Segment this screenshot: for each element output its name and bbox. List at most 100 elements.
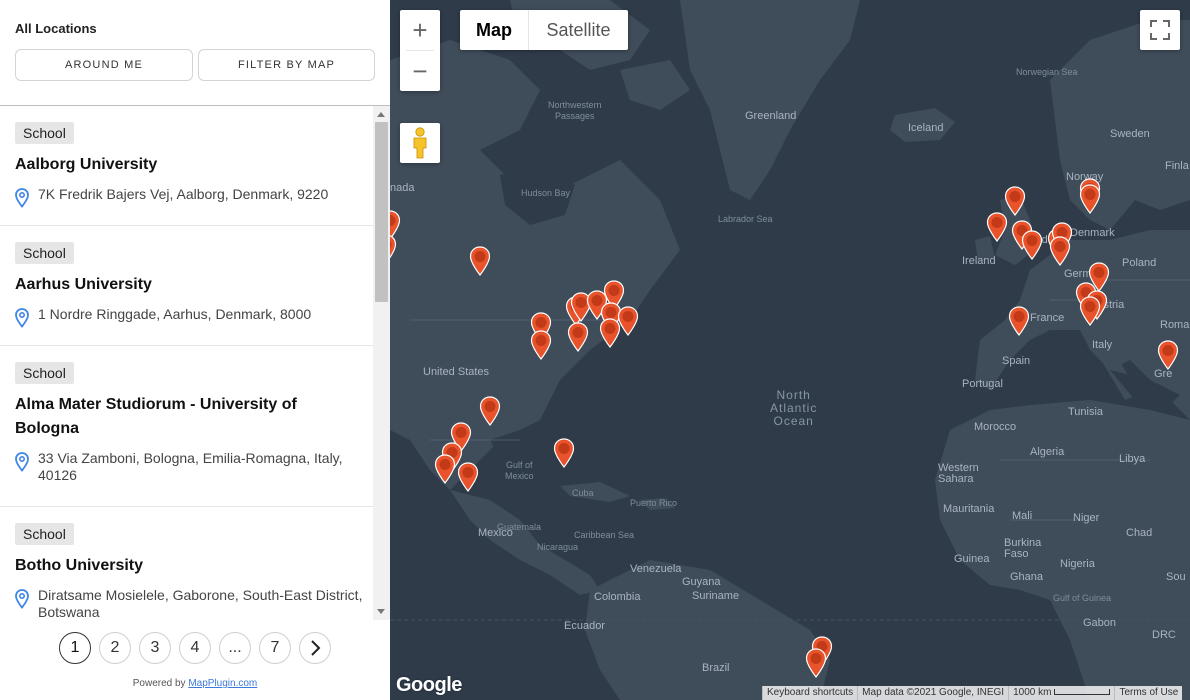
location-card[interactable]: School Botho University Diratsame Mosiel… xyxy=(0,507,373,620)
map-marker-pin-icon[interactable] xyxy=(1049,236,1071,266)
location-pin-icon xyxy=(15,452,29,472)
location-name[interactable]: Botho University xyxy=(15,554,360,578)
map-marker-pin-icon[interactable] xyxy=(567,322,589,352)
map-label: Norwegian Sea xyxy=(1016,67,1078,77)
map-label: Italy xyxy=(1092,339,1113,351)
map-marker-pin-icon[interactable] xyxy=(805,648,827,678)
map-label: Chad xyxy=(1126,527,1153,539)
map-label: Guinea xyxy=(954,553,990,565)
scroll-down-icon[interactable] xyxy=(377,609,385,614)
terms-link[interactable]: Terms of Use xyxy=(1114,686,1183,700)
location-address: 33 Via Zamboni, Bologna, Emilia-Romagna,… xyxy=(38,450,343,483)
location-pin-icon xyxy=(15,308,29,328)
location-address: 7K Fredrik Bajers Vej, Aalborg, Denmark,… xyxy=(38,186,329,202)
map-marker-pin-icon[interactable] xyxy=(469,246,491,276)
zoom-out-button[interactable]: − xyxy=(400,51,440,91)
map-label: Brazil xyxy=(702,662,730,674)
map-data-text: Map data ©2021 Google, INEGI xyxy=(857,686,1009,700)
map-marker-pin-icon[interactable] xyxy=(530,330,552,360)
map-label: Morocco xyxy=(974,421,1017,433)
page-7-button[interactable]: 7 xyxy=(259,632,291,664)
zoom-in-button[interactable]: + xyxy=(400,10,440,50)
around-me-button[interactable]: AROUND ME xyxy=(15,49,193,81)
location-name[interactable]: Alma Mater Studiorum - University of Bol… xyxy=(15,393,360,441)
map-canvas[interactable]: Greenland Iceland Norwegian Sea Northwes… xyxy=(390,0,1190,700)
map-label: Ireland xyxy=(962,255,996,267)
page-1-button[interactable]: 1 xyxy=(59,632,91,664)
category-badge: School xyxy=(15,122,74,144)
map-label: Niger xyxy=(1073,512,1100,524)
map-label: Northwestern Passages xyxy=(548,100,602,121)
map-label: Iceland xyxy=(908,122,944,134)
list-scrollbar[interactable] xyxy=(373,106,390,620)
map-marker-pin-icon[interactable] xyxy=(599,318,621,348)
locations-sidebar: All Locations AROUND ME FILTER BY MAP Sc… xyxy=(0,0,390,700)
map-label: Sweden xyxy=(1110,128,1150,140)
list-title: All Locations xyxy=(15,21,97,36)
map-marker-pin-icon[interactable] xyxy=(1157,340,1179,370)
street-view-button[interactable] xyxy=(400,123,440,163)
powered-by: Powered by MapPlugin.com xyxy=(0,678,390,689)
fullscreen-button[interactable] xyxy=(1140,10,1180,50)
map-label: Ghana xyxy=(1010,571,1044,583)
map-label: Romani xyxy=(1160,319,1190,331)
map-marker-pin-icon[interactable] xyxy=(1008,306,1030,336)
map-marker-pin-icon[interactable] xyxy=(1079,296,1101,326)
scale-bar xyxy=(1054,689,1111,696)
scrollbar-thumb[interactable] xyxy=(375,122,388,302)
map-label: Puerto Rico xyxy=(630,498,678,508)
map-label: Hudson Bay xyxy=(521,188,571,198)
pagination: 1 2 3 4 ... 7 xyxy=(0,631,390,665)
location-card[interactable]: School Alma Mater Studiorum - University… xyxy=(0,346,373,507)
page-4-button[interactable]: 4 xyxy=(179,632,211,664)
mapplugin-link[interactable]: MapPlugin.com xyxy=(188,678,257,689)
map-label: Caribbean Sea xyxy=(574,530,635,540)
map-marker-pin-icon[interactable] xyxy=(434,454,456,484)
location-card[interactable]: School Aalborg University 7K Fredrik Baj… xyxy=(0,106,373,226)
fullscreen-icon xyxy=(1150,20,1170,40)
map-label: Algeria xyxy=(1030,446,1065,458)
map-label: Burkina Faso xyxy=(1004,537,1042,560)
map-label: Guyana xyxy=(682,576,721,588)
zoom-control: + − xyxy=(400,10,440,91)
map-label: Guatemala xyxy=(497,522,542,532)
map-marker-pin-icon[interactable] xyxy=(1079,184,1101,214)
location-name[interactable]: Aarhus University xyxy=(15,273,360,297)
page-3-button[interactable]: 3 xyxy=(139,632,171,664)
map-marker-pin-icon[interactable] xyxy=(986,212,1008,242)
location-name[interactable]: Aalborg University xyxy=(15,153,360,177)
map-label: United States xyxy=(423,366,490,378)
category-badge: School xyxy=(15,242,74,264)
filter-by-map-button[interactable]: FILTER BY MAP xyxy=(198,49,375,81)
map-marker-pin-icon[interactable] xyxy=(390,234,397,264)
map-label: Spain xyxy=(1002,355,1031,367)
map-type-satellite-button[interactable]: Satellite xyxy=(529,10,628,50)
page-2-button[interactable]: 2 xyxy=(99,632,131,664)
pegman-icon xyxy=(413,127,427,159)
map-type-map-button[interactable]: Map xyxy=(460,10,529,50)
map-label: Poland xyxy=(1122,257,1157,269)
map-label: Nicaragua xyxy=(537,542,579,552)
map-label: Greenland xyxy=(745,110,797,122)
map-label: Sou xyxy=(1166,571,1186,583)
map-marker-pin-icon[interactable] xyxy=(457,462,479,492)
location-address: 1 Nordre Ringgade, Aarhus, Denmark, 8000 xyxy=(38,306,312,322)
map-label: Ecuador xyxy=(564,620,605,632)
scroll-up-icon[interactable] xyxy=(377,112,385,117)
keyboard-shortcuts-link[interactable]: Keyboard shortcuts xyxy=(762,686,858,700)
map-label: Mauritania xyxy=(943,503,995,515)
map-label: Suriname xyxy=(692,590,740,602)
page-ellipsis[interactable]: ... xyxy=(219,632,251,664)
scale-control[interactable]: 1000 km xyxy=(1008,686,1115,700)
map-marker-pin-icon[interactable] xyxy=(1021,230,1043,260)
map-label: DRC xyxy=(1152,629,1176,641)
map-label: Gulf of Guinea xyxy=(1053,593,1112,603)
map-type-control: Map Satellite xyxy=(460,10,628,50)
map-label: Gabon xyxy=(1083,617,1117,629)
map-marker-pin-icon[interactable] xyxy=(479,396,501,426)
category-badge: School xyxy=(15,362,74,384)
location-card[interactable]: School Aarhus University 1 Nordre Ringga… xyxy=(0,226,373,346)
app-root: All Locations AROUND ME FILTER BY MAP Sc… xyxy=(0,0,1190,700)
map-marker-pin-icon[interactable] xyxy=(553,438,575,468)
next-page-button[interactable] xyxy=(299,632,331,664)
